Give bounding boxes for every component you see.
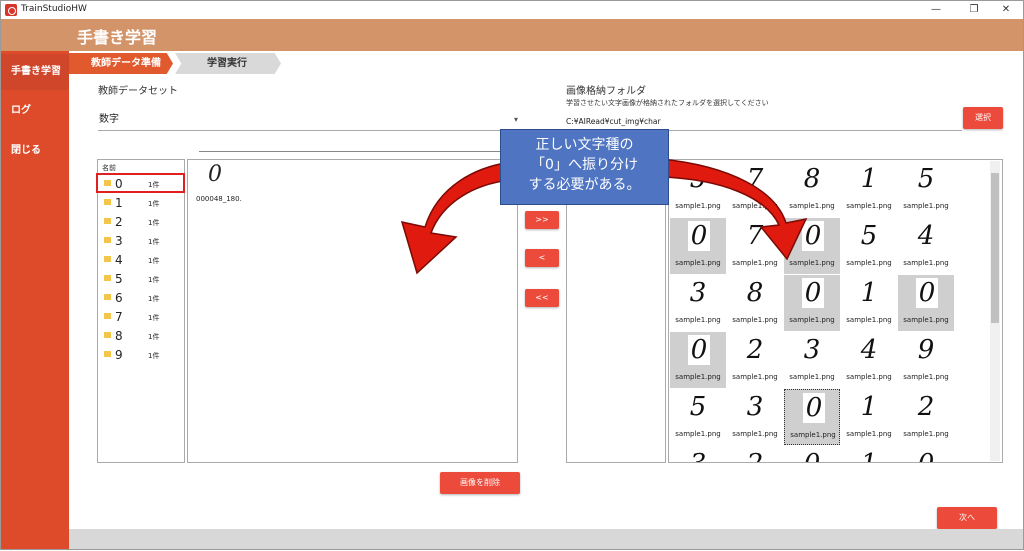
- next-button[interactable]: 次へ: [937, 507, 997, 529]
- annotation-arrows: [400, 158, 808, 275]
- right-arrow-annotation: [660, 158, 808, 261]
- callout-line-2: 「0」へ振り分け: [531, 157, 638, 173]
- callout-line-1: 正しい文字種の: [535, 137, 634, 153]
- annotation-callout: 正しい文字種の 「0」へ振り分け する必要がある。: [500, 129, 669, 205]
- callout-line-3: する必要がある。: [528, 177, 641, 193]
- app-window: TrainStudioHW — ❐ ✕ 手書き学習 手書き学習 ログ 閉じる 教…: [0, 0, 1024, 550]
- bottom-strip: [69, 529, 1023, 549]
- delete-image-button[interactable]: 画像を削除: [440, 472, 520, 494]
